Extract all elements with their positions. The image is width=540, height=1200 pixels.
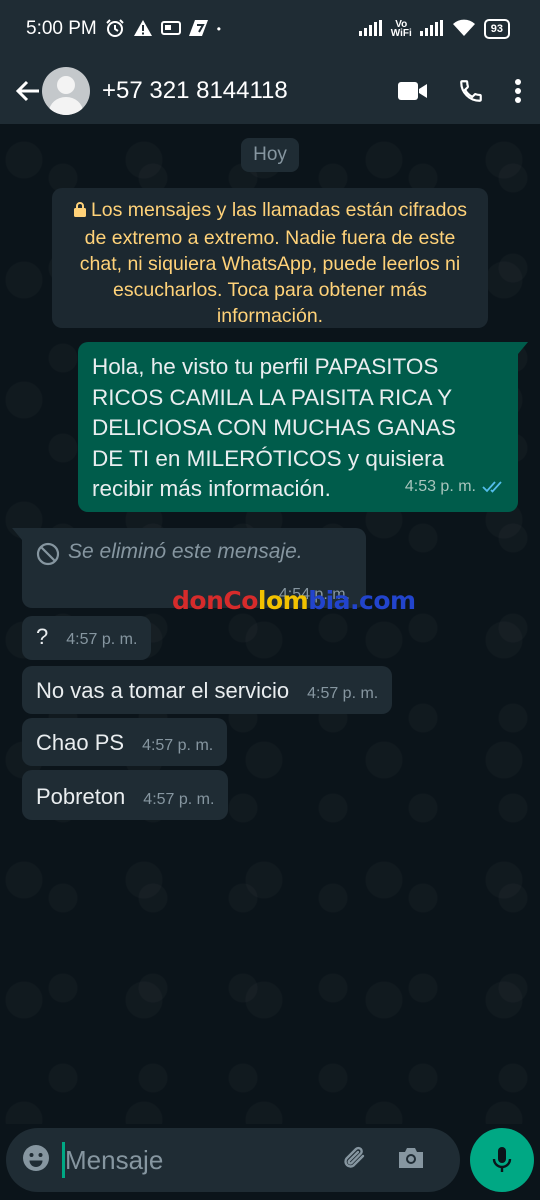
status-bar-left: 5:00 PM •: [26, 18, 221, 41]
header-actions: [398, 78, 522, 104]
watermark: donColombia.com: [172, 586, 416, 615]
phone-icon: [460, 80, 482, 102]
signal-2-icon: [419, 19, 444, 39]
emoji-button[interactable]: [22, 1144, 50, 1177]
composer-bar: [0, 1124, 540, 1200]
watermark-part-b: lom: [257, 586, 309, 615]
paperclip-icon: [344, 1146, 365, 1168]
video-call-button[interactable]: [398, 81, 428, 101]
incoming-message-text: No vas a tomar el servicio: [36, 678, 290, 703]
status-bar-right: Vo WiFi 93: [358, 19, 510, 40]
battery-icon: 93: [483, 19, 510, 39]
avatar[interactable]: [42, 67, 90, 115]
incoming-message[interactable]: Chao PS 4:57 p. m.: [22, 718, 228, 766]
date-chip: Hoy: [241, 138, 299, 172]
more-options-button[interactable]: [514, 78, 522, 104]
app-notification-icon: [188, 19, 209, 40]
contact-name[interactable]: +57 321 8144118: [102, 77, 398, 105]
watermark-part-a: donCo: [172, 586, 258, 615]
outgoing-message-meta: 4:53 p. m.: [405, 472, 504, 503]
vowifi-label: Vo WiFi: [390, 20, 412, 39]
microphone-icon: [492, 1147, 512, 1172]
voice-call-button[interactable]: [458, 78, 484, 104]
lock-icon: [73, 199, 87, 225]
watermark-part-c: bia.com: [308, 586, 416, 615]
incoming-message[interactable]: Pobreton 4:57 p. m.: [22, 770, 229, 820]
incoming-message-text: ?: [36, 624, 49, 649]
alarm-icon: [105, 18, 125, 41]
sim-card-icon: [160, 20, 181, 39]
incoming-message-time: 4:57 p. m.: [66, 631, 138, 648]
voice-message-button[interactable]: [470, 1128, 534, 1192]
vowifi-bottom: WiFi: [390, 28, 412, 39]
blocked-icon: [36, 542, 60, 572]
chat-header: +57 321 8144118: [0, 58, 540, 124]
incoming-message-text: Pobreton: [36, 784, 126, 809]
incoming-message[interactable]: ? 4:57 p. m.: [22, 616, 152, 660]
dot-icon: •: [216, 22, 221, 36]
warning-icon: [133, 19, 153, 40]
chat-area[interactable]: Hoy Los mensajes y las llamadas están ci…: [0, 124, 540, 1124]
status-time: 5:00 PM: [26, 18, 97, 39]
incoming-message-time: 4:57 p. m.: [143, 791, 215, 808]
camera-button[interactable]: [397, 1146, 425, 1175]
signal-icon: [358, 19, 383, 39]
encryption-notice[interactable]: Los mensajes y las llamadas están cifrad…: [52, 188, 488, 328]
deleted-message-text: Se eliminó este mensaje.: [68, 540, 303, 563]
back-arrow-icon: [15, 80, 39, 102]
status-bar: 5:00 PM • Vo WiFi 93: [0, 0, 540, 58]
read-ticks-icon: [482, 481, 502, 493]
outgoing-message-time: 4:53 p. m.: [404, 477, 476, 495]
encryption-notice-text: Los mensajes y las llamadas están cifrad…: [79, 199, 468, 327]
emoji-icon: [23, 1144, 49, 1171]
outgoing-message[interactable]: Hola, he visto tu perfil PAPASITOS RICOS…: [78, 342, 528, 512]
incoming-message-time: 4:57 p. m.: [142, 737, 214, 754]
wifi-icon: [452, 19, 476, 40]
attach-button[interactable]: [341, 1144, 369, 1177]
message-input[interactable]: [65, 1140, 335, 1180]
video-call-icon: [398, 82, 427, 100]
incoming-message-text: Chao PS: [36, 730, 125, 755]
composer-pill: [6, 1128, 460, 1192]
more-vert-icon: [515, 79, 521, 103]
incoming-message-time: 4:57 p. m.: [307, 685, 379, 702]
camera-icon: [399, 1147, 423, 1168]
incoming-message[interactable]: No vas a tomar el servicio 4:57 p. m.: [22, 666, 393, 714]
